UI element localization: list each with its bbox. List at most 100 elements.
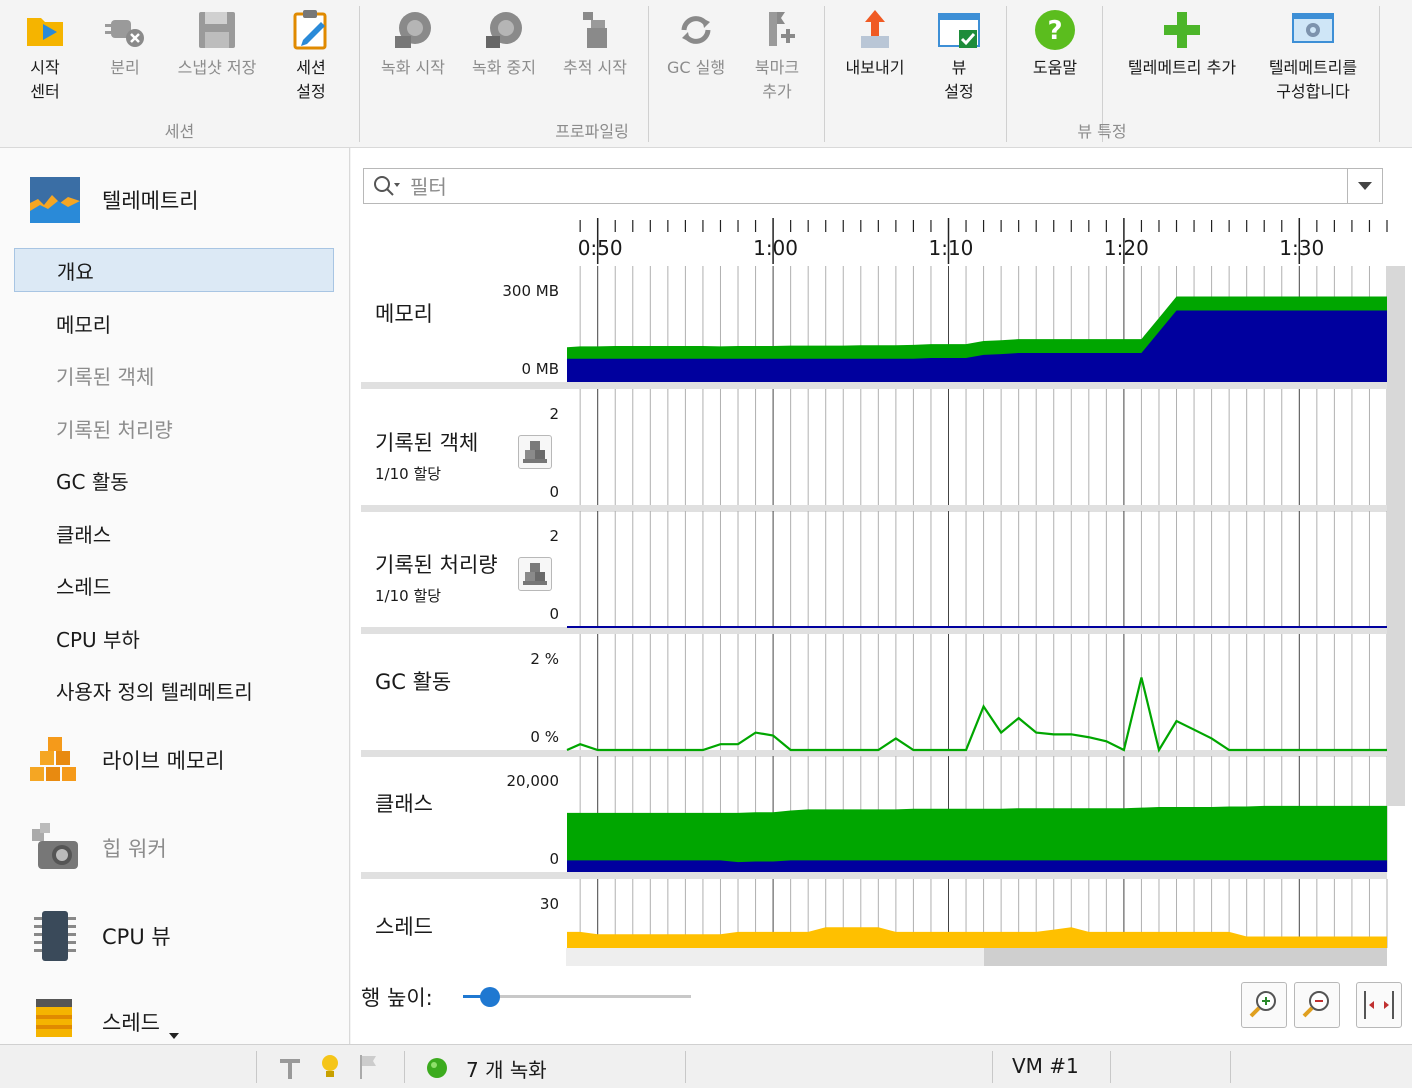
allocation-settings-button[interactable] <box>518 557 552 591</box>
configure-telemetry-button[interactable]: 텔레메트리를 구성합니다 <box>1252 8 1374 104</box>
start-recording-button[interactable]: 녹화 시작 <box>368 8 458 80</box>
row-title: 클래스 <box>375 792 433 816</box>
sidebar-item-overview[interactable]: 개요 <box>14 248 334 292</box>
add-bookmark-icon <box>769 12 795 46</box>
sidebar-section-live-memory[interactable]: 라이브 메모리 <box>28 732 225 788</box>
slider-knob[interactable] <box>480 987 501 1007</box>
scrollbar-thumb[interactable] <box>984 948 1387 966</box>
group-label-profiling: 프로파일링 <box>555 122 629 141</box>
add-telemetry-icon <box>1164 12 1200 48</box>
zoom-in-button[interactable] <box>1241 982 1287 1028</box>
row-height-label: 행 높이: <box>361 986 433 1010</box>
axis-min-label: 0 MB <box>521 360 559 378</box>
row-subtitle: 1/10 할당 <box>375 465 442 483</box>
add-bookmark-button[interactable]: 북마크 추가 <box>732 8 822 104</box>
help-icon: ? <box>1035 10 1075 50</box>
allocation-icon <box>523 563 547 585</box>
configure-telemetry-label: 텔레메트리를 구성합니다 <box>1268 58 1358 101</box>
sidebar-item-label: 메모리 <box>56 312 112 337</box>
start-center-button[interactable]: 시작 센터 <box>0 8 90 104</box>
horizontal-scrollbar[interactable] <box>566 948 1387 966</box>
sidebar-section-heap-walker[interactable]: 힙 워커 <box>28 820 167 876</box>
sidebar-item-label: 스레드 <box>56 574 112 599</box>
status-separator <box>1110 1051 1111 1083</box>
save-snapshot-button[interactable]: 스냅샷 저장 <box>172 8 262 80</box>
start-center-icon <box>27 18 63 46</box>
cpu-views-icon <box>34 911 76 961</box>
sidebar-item-threads[interactable]: 스레드 <box>14 563 334 607</box>
start-tracking-icon <box>583 12 607 48</box>
sidebar-section-threads[interactable]: 스레드 <box>28 994 160 1044</box>
status-separator <box>404 1051 405 1083</box>
run-gc-label: GC 실행 <box>666 58 726 77</box>
fit-to-window-button[interactable] <box>1356 982 1402 1028</box>
telemetry-charts <box>361 218 1388 948</box>
sidebar-item-custom-telemetry[interactable]: 사용자 정의 텔레메트리 <box>14 668 334 712</box>
help-button[interactable]: ? 도움말 <box>1010 8 1100 80</box>
status-separator <box>1230 1051 1231 1083</box>
axis-max-label: 20,000 <box>506 772 560 790</box>
toolbar-separator <box>1379 6 1380 142</box>
axis-min-label: 0 <box>549 605 559 623</box>
ruler-tick-label: 1:10 <box>928 236 974 260</box>
fit-width-icon <box>1364 991 1394 1019</box>
sidebar-section-telemetry[interactable]: 텔레메트리 <box>28 172 199 228</box>
session-settings-button[interactable]: 세션 설정 <box>266 8 356 104</box>
flag-icon[interactable] <box>356 1053 380 1081</box>
save-snapshot-label: 스냅샷 저장 <box>177 58 257 77</box>
detach-button[interactable]: 분리 <box>80 8 170 80</box>
sidebar-section-label: 스레드 <box>102 1011 160 1035</box>
sidebar-section-label: CPU 뷰 <box>102 925 171 949</box>
recordings-count: 7 개 녹화 <box>466 1058 547 1082</box>
row-separator <box>361 627 1387 634</box>
ruler-tick-label: 1:00 <box>753 236 799 260</box>
axis-min-label: 0 % <box>530 728 559 746</box>
sidebar-item-classes[interactable]: 클래스 <box>14 511 334 555</box>
allocation-settings-button[interactable] <box>518 435 552 469</box>
sidebar-item-recorded-throughput[interactable]: 기록된 처리량 <box>14 406 334 450</box>
row-height-slider[interactable] <box>463 987 691 1007</box>
axis-max-label: 2 % <box>530 650 559 668</box>
heap-walker-icon <box>32 823 78 869</box>
row-title: 기록된 처리량 <box>375 553 498 577</box>
sidebar-item-memory[interactable]: 메모리 <box>14 301 334 345</box>
lightbulb-icon[interactable] <box>318 1053 342 1081</box>
sidebar-item-label: 개요 <box>57 259 94 284</box>
stop-recording-button[interactable]: 녹화 중지 <box>459 8 549 80</box>
view-settings-icon <box>938 13 980 48</box>
zoom-out-button[interactable] <box>1294 982 1340 1028</box>
save-snapshot-icon <box>199 12 235 48</box>
row-title: 스레드 <box>375 915 433 939</box>
vertical-scrollbar[interactable] <box>1387 266 1405 806</box>
run-gc-button[interactable]: GC 실행 <box>651 8 741 80</box>
add-telemetry-button[interactable]: 텔레메트리 추가 <box>1114 8 1250 80</box>
ruler-tick-label: 0:50 <box>577 236 623 260</box>
session-settings-icon <box>293 10 327 50</box>
stop-recording-icon <box>486 12 522 48</box>
export-button[interactable]: 내보내기 <box>830 8 920 80</box>
export-icon <box>861 10 889 48</box>
sidebar-section-cpu-views[interactable]: CPU 뷰 <box>28 908 171 964</box>
recording-status-icon <box>427 1058 447 1078</box>
export-label: 내보내기 <box>845 58 905 77</box>
detach-label: 분리 <box>110 58 140 77</box>
stop-recording-label: 녹화 중지 <box>472 58 536 77</box>
sidebar-item-cpu-load[interactable]: CPU 부하 <box>14 616 334 660</box>
row-title: 메모리 <box>375 302 433 326</box>
more-sections-arrow-icon[interactable] <box>168 1032 180 1040</box>
row-title: 기록된 객체 <box>375 431 479 455</box>
start-tracking-button[interactable]: 추적 시작 <box>550 8 640 80</box>
pin-icon[interactable] <box>276 1055 304 1081</box>
status-separator <box>685 1051 686 1083</box>
view-settings-label: 뷰 설정 <box>944 58 974 101</box>
status-bar: 7 개 녹화 VM #1 <box>0 1044 1412 1088</box>
sidebar-section-label: 힙 워커 <box>102 837 167 861</box>
sidebar: 텔레메트리 개요 메모리 기록된 객체 기록된 처리량 GC 활동 클래스 스레… <box>0 148 350 1044</box>
sidebar-item-recorded-objects[interactable]: 기록된 객체 <box>14 353 334 397</box>
view-settings-button[interactable]: 뷰 설정 <box>914 8 1004 104</box>
detach-icon <box>105 20 144 47</box>
row-subtitle: 1/10 할당 <box>375 587 442 605</box>
add-bookmark-label: 북마크 추가 <box>754 58 800 101</box>
sidebar-item-label: 클래스 <box>56 522 112 547</box>
sidebar-item-gc-activity[interactable]: GC 활동 <box>14 458 334 502</box>
